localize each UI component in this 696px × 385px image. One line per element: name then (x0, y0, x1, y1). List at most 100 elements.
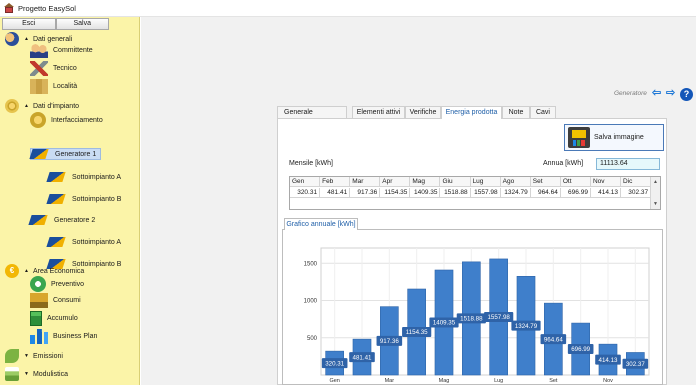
arrow-right-icon[interactable]: ⇨ (666, 88, 678, 99)
grid-scrollbar[interactable]: ▲ ▼ (650, 177, 660, 209)
group-modulistica[interactable]: ▼ Modulistica (5, 367, 68, 381)
sidebar: Esci Salva ▲ Dati generali Committente T… (0, 17, 140, 385)
monthly-label: Mensile [kWh] (289, 160, 333, 167)
bar-chart-icon (30, 329, 48, 344)
x-tick-label: Mag (439, 378, 450, 384)
month-header: Feb (320, 177, 351, 187)
item-label: Preventivo (51, 280, 85, 288)
tab-grafico-annuale[interactable]: Grafico annuale [kWh] (284, 218, 358, 230)
month-value[interactable]: 320.31 (290, 188, 321, 198)
sidebar-item-accumulo[interactable]: Accumulo (30, 311, 78, 326)
item-label: Tecnico (53, 65, 77, 72)
month-value[interactable]: 696.99 (560, 188, 591, 198)
month-value[interactable]: 302.37 (621, 188, 652, 198)
data-label: 1154.35 (406, 329, 428, 336)
sidebar-item-interfacciamento[interactable]: Interfacciamento (30, 112, 103, 128)
x-tick-label: Nov (603, 378, 613, 384)
solar-panel-icon (29, 149, 49, 159)
tab-generale[interactable]: Generale (277, 106, 347, 118)
interface-icon (30, 112, 46, 128)
save-disk-icon (568, 127, 590, 148)
sidebar-item-sottoimpianto-b1[interactable]: Sottoimpianto B (46, 194, 122, 204)
y-tick-label: 500 (307, 336, 318, 342)
sidebar-item-generatore2[interactable]: Generatore 2 (28, 215, 96, 225)
month-value[interactable]: 481.41 (320, 188, 351, 198)
month-header: Ott (560, 177, 591, 187)
expand-arrow-icon: ▲ (24, 36, 29, 42)
month-value[interactable]: 1557.98 (470, 188, 501, 198)
month-header: Nov (590, 177, 622, 187)
salva-button[interactable]: Salva (55, 18, 109, 30)
month-header: Giu (440, 177, 471, 187)
tab-energia-prodotta[interactable]: Energia prodotta (441, 106, 502, 119)
help-icon[interactable]: ? (680, 88, 693, 101)
y-tick-label: 1000 (304, 299, 318, 305)
item-label: Consumi (53, 297, 81, 304)
sidebar-item-sottoimpianto-a2[interactable]: Sottoimpianto A (46, 237, 122, 247)
item-label: Località (53, 83, 78, 90)
month-value[interactable]: 1324.79 (500, 188, 531, 198)
sidebar-item-committente[interactable]: Committente (30, 43, 93, 58)
item-label: Sottoimpianto A (72, 173, 122, 181)
x-tick-label: Gen (329, 378, 339, 384)
y-tick-label: 1500 (304, 261, 318, 267)
data-label: 1557.98 (487, 314, 510, 321)
sidebar-item-tecnico[interactable]: Tecnico (30, 61, 77, 76)
gear-icon (5, 99, 19, 113)
house-icon (4, 3, 14, 13)
data-label: 1409.35 (433, 320, 456, 327)
sidebar-top-buttons: Esci Salva (2, 18, 109, 30)
item-label: Accumulo (47, 315, 78, 322)
solar-panel-icon (46, 237, 66, 247)
month-value[interactable]: 1154.35 (380, 188, 411, 198)
data-label: 964.64 (544, 336, 563, 343)
monthly-grid[interactable]: Gen Feb Mar Apr Mag Giu Lug Ago Set Ott … (289, 176, 661, 210)
arrow-left-icon[interactable]: ⇦ (652, 88, 664, 99)
group-dati-impianto[interactable]: ▲ Dati d'impianto (5, 99, 79, 113)
month-value[interactable]: 1518.88 (440, 188, 471, 198)
grid-row: 320.31 481.41 917.36 1154.35 1409.35 151… (290, 188, 652, 198)
sidebar-item-sottoimpianto-a1[interactable]: Sottoimpianto A (46, 172, 122, 182)
solar-panel-icon (28, 215, 48, 225)
data-label: 302.37 (626, 361, 645, 368)
save-image-button[interactable]: Salva immagine (564, 124, 664, 151)
data-label: 696.99 (571, 346, 590, 353)
group-emissioni[interactable]: ▼ Emissioni (5, 349, 63, 363)
expand-arrow-icon: ▼ (24, 353, 29, 359)
sidebar-item-generatore1[interactable]: Generatore 1 (29, 148, 102, 160)
title-bar: Progetto EasySol (0, 0, 696, 17)
euro-coin-icon: € (5, 264, 19, 278)
tab-note[interactable]: Note (502, 106, 530, 118)
month-value[interactable]: 414.13 (590, 188, 622, 198)
annual-value-field[interactable]: 11113.64 (596, 158, 660, 170)
month-value[interactable]: 964.64 (530, 188, 561, 198)
month-value[interactable]: 1409.35 (410, 188, 441, 198)
data-label: 320.31 (325, 360, 344, 367)
item-label: Generatore 1 (55, 150, 97, 158)
item-label: Committente (53, 47, 93, 54)
tab-elementi-attivi[interactable]: Elementi attivi (352, 106, 405, 118)
tab-verifiche[interactable]: Verifiche (405, 106, 441, 118)
esci-button[interactable]: Esci (2, 18, 56, 30)
item-label: Sottoimpianto A (72, 238, 122, 246)
committente-icon (30, 43, 48, 58)
data-label: 917.36 (380, 338, 399, 345)
sidebar-item-consumi[interactable]: Consumi (30, 293, 81, 308)
data-label: 414.13 (599, 357, 618, 364)
x-tick-label: Lug (494, 378, 503, 384)
sidebar-item-preventivo[interactable]: Preventivo (30, 276, 84, 292)
save-image-label: Salva immagine (594, 134, 644, 141)
sidebar-item-localita[interactable]: Località (30, 79, 77, 94)
window-title: Progetto EasySol (18, 3, 76, 13)
data-label: 1324.79 (515, 323, 538, 330)
data-label: 1518.88 (460, 316, 483, 323)
group-label: Dati generali (32, 35, 73, 43)
item-label: Sottoimpianto B (72, 195, 122, 203)
sidebar-item-business-plan[interactable]: Business Plan (30, 329, 97, 344)
group-label: Modulistica (32, 370, 68, 378)
item-label: Generatore 2 (54, 216, 96, 224)
month-value[interactable]: 917.36 (350, 188, 381, 198)
map-icon (30, 79, 48, 94)
consumi-icon (30, 293, 48, 308)
tab-cavi[interactable]: Cavi (530, 106, 556, 118)
